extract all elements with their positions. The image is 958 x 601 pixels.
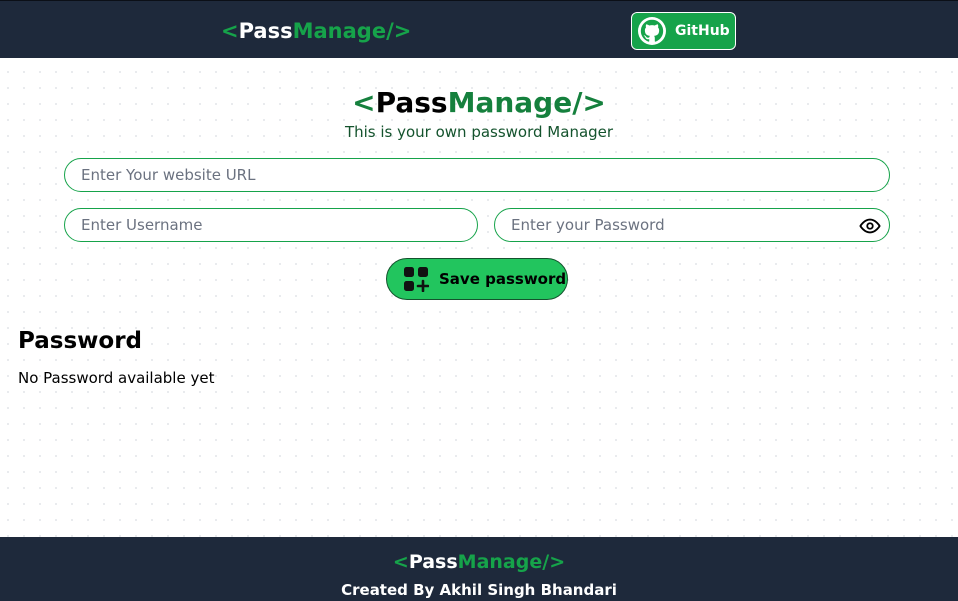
title-gt: /> <box>572 86 606 119</box>
navbar: <PassManage/> GitHub <box>0 0 958 58</box>
add-grid-icon <box>403 266 430 293</box>
save-password-label: Save password <box>439 270 567 288</box>
passwords-heading: Password <box>18 328 142 354</box>
tagline: This is your own password Manager <box>344 123 614 141</box>
footer-credit: Created By Akhil Singh Bhandari <box>341 581 617 599</box>
password-input[interactable] <box>494 208 890 242</box>
title-manage: Manage <box>447 86 573 119</box>
save-password-button[interactable]: Save password <box>386 258 568 300</box>
title-pass: Pass <box>375 86 448 119</box>
github-icon <box>638 17 666 45</box>
footer-logo-manage: Manage <box>457 551 543 573</box>
footer-logo-gt: /> <box>542 551 566 573</box>
logo-manage: Manage <box>292 19 387 43</box>
website-url-input[interactable] <box>64 158 890 192</box>
empty-message: No Password available yet <box>18 369 215 387</box>
footer-logo: <PassManage/> <box>0 551 958 573</box>
github-label: GitHub <box>675 23 730 39</box>
logo-gt: /> <box>386 19 412 43</box>
footer-logo-lt: < <box>392 551 409 573</box>
footer-logo-pass: Pass <box>408 551 458 573</box>
page-title: <PassManage/> <box>0 86 958 119</box>
footer: <PassManage/> Created By Akhil Singh Bha… <box>0 537 958 601</box>
logo-pass: Pass <box>238 19 293 43</box>
eye-icon[interactable] <box>858 214 882 238</box>
username-input[interactable] <box>64 208 478 242</box>
navbar-logo[interactable]: <PassManage/> <box>221 19 411 43</box>
github-button[interactable]: GitHub <box>631 12 736 50</box>
logo-lt: < <box>221 19 239 43</box>
title-lt: < <box>352 86 376 119</box>
